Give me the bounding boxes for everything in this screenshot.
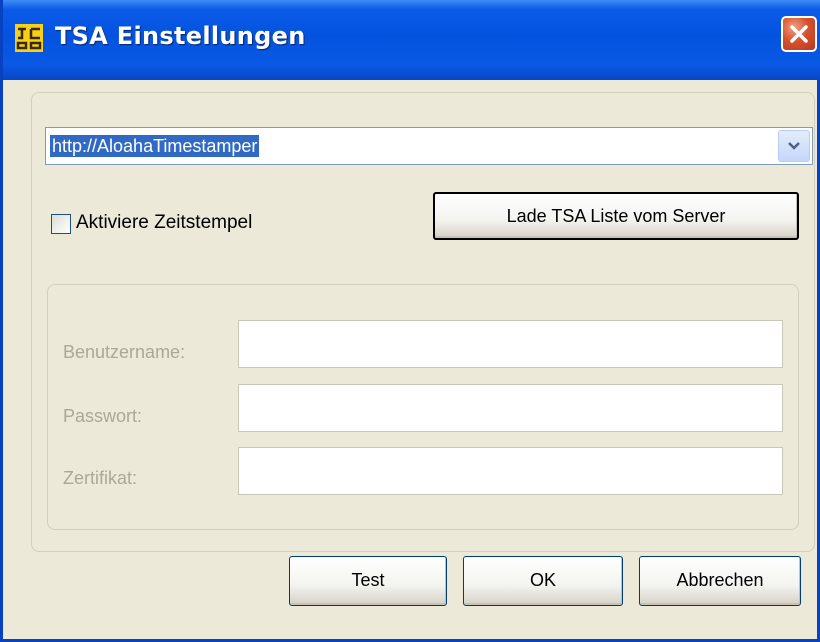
ok-button-label: OK: [529, 570, 556, 590]
enable-timestamp-label[interactable]: Aktiviere Zeitstempel: [76, 212, 252, 234]
tsa-server-value: http://AloahaTimestamper: [50, 135, 260, 157]
window-title: TSA Einstellungen: [55, 22, 306, 50]
test-button-label: Test: [351, 570, 385, 590]
certificate-label: Zertifikat:: [63, 468, 138, 488]
close-button[interactable]: [781, 16, 817, 52]
load-tsa-list-label: Lade TSA Liste vom Server: [506, 206, 726, 226]
tsa-server-combobox[interactable]: http://AloahaTimestamper: [45, 127, 813, 165]
cancel-button-label: Abbrechen: [676, 570, 764, 590]
password-label: Passwort:: [63, 406, 143, 426]
title-bar[interactable]: TSA Einstellungen: [3, 0, 820, 80]
password-field[interactable]: [238, 384, 783, 432]
dropdown-button[interactable]: [778, 130, 810, 162]
cancel-button[interactable]: Abbrechen: [639, 556, 801, 606]
enable-timestamp-checkbox[interactable]: [51, 214, 71, 234]
chevron-down-icon: [788, 142, 800, 150]
load-tsa-list-button[interactable]: Lade TSA Liste vom Server: [433, 192, 799, 240]
test-button[interactable]: Test: [289, 556, 447, 606]
username-label: Benutzername:: [63, 342, 186, 362]
username-field[interactable]: [238, 320, 783, 368]
certificate-app-icon: [15, 24, 43, 52]
ok-button[interactable]: OK: [463, 556, 623, 606]
certificate-field[interactable]: [238, 447, 783, 495]
dialog-body: http://AloahaTimestamper Aktiviere Zeits…: [3, 80, 817, 639]
tsa-settings-dialog: TSA Einstellungen http://AloahaTimestamp…: [0, 0, 820, 642]
close-x-icon: [790, 25, 808, 43]
